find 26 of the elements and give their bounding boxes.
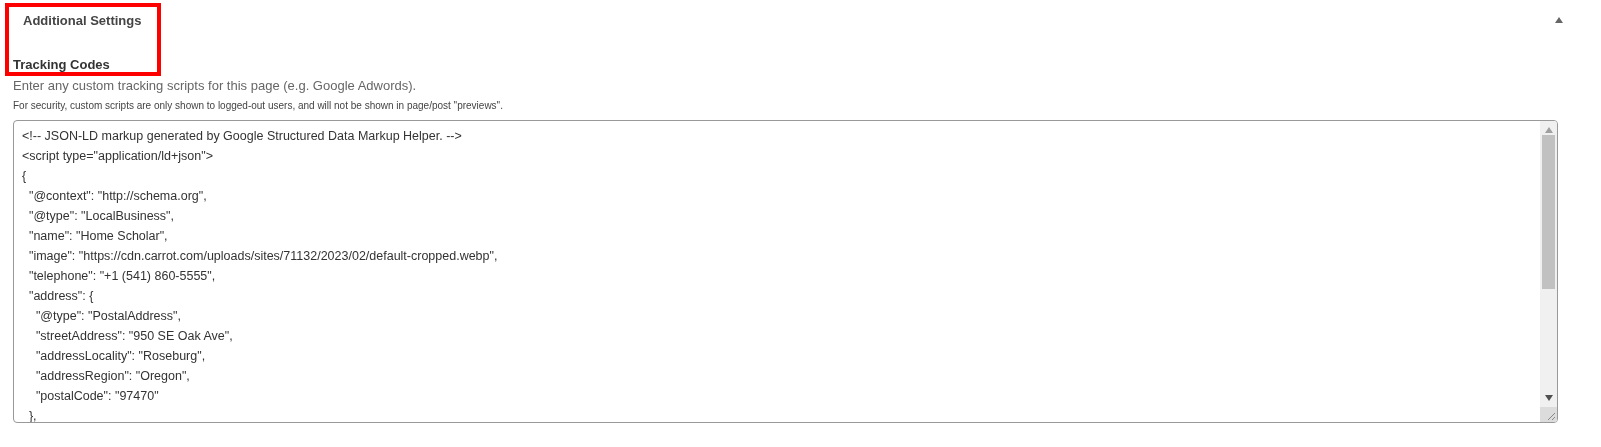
- code-line: {: [22, 168, 27, 185]
- code-line: "addressLocality": "Roseburg",: [34, 348, 206, 365]
- scrollbar[interactable]: [1540, 121, 1557, 422]
- code-line: "@type": "LocalBusiness",: [27, 208, 175, 225]
- scroll-up-icon[interactable]: [1544, 127, 1553, 133]
- code-line: <script type="application/ld+json">: [22, 148, 213, 165]
- code-line: <!-- JSON-LD markup generated by Google Structured Data Markup Helper. -->: [22, 128, 462, 145]
- code-line: "telephone": "+1 (541) 860-5555",: [27, 268, 216, 285]
- collapse-icon[interactable]: [1555, 17, 1563, 23]
- code-line: "@context": "http://schema.org",: [27, 188, 207, 205]
- code-line: "@type": "PostalAddress",: [34, 308, 181, 325]
- code-line: "streetAddress": "950 SE Oak Ave",: [34, 328, 233, 345]
- code-line: "addressRegion": "Oregon",: [34, 368, 190, 385]
- resize-handle-icon[interactable]: [1540, 407, 1557, 422]
- field-description: Enter any custom tracking scripts for this page (e.g. Google Adwords).: [13, 78, 418, 93]
- field-label: Tracking Codes: [13, 57, 111, 72]
- code-line: "name": "Home Scholar",: [27, 228, 168, 245]
- scroll-down-icon[interactable]: [1544, 395, 1553, 401]
- code-line: "postalCode": "97470": [34, 388, 159, 405]
- code-line: "image": "https://cdn.carrot.com/uploads/sites/71132/2023/02/default-cropped.webp",: [27, 248, 498, 265]
- code-line: "address": {: [27, 288, 94, 305]
- scrollbar-thumb[interactable]: [1542, 135, 1555, 289]
- tracking-code-field[interactable]: [13, 120, 1558, 423]
- security-note: For security, custom scripts are only shown to logged-out users, and will not be shown in page/post "previews".: [13, 100, 504, 111]
- section-title: Additional Settings: [23, 12, 142, 28]
- code-line: },: [27, 408, 37, 422]
